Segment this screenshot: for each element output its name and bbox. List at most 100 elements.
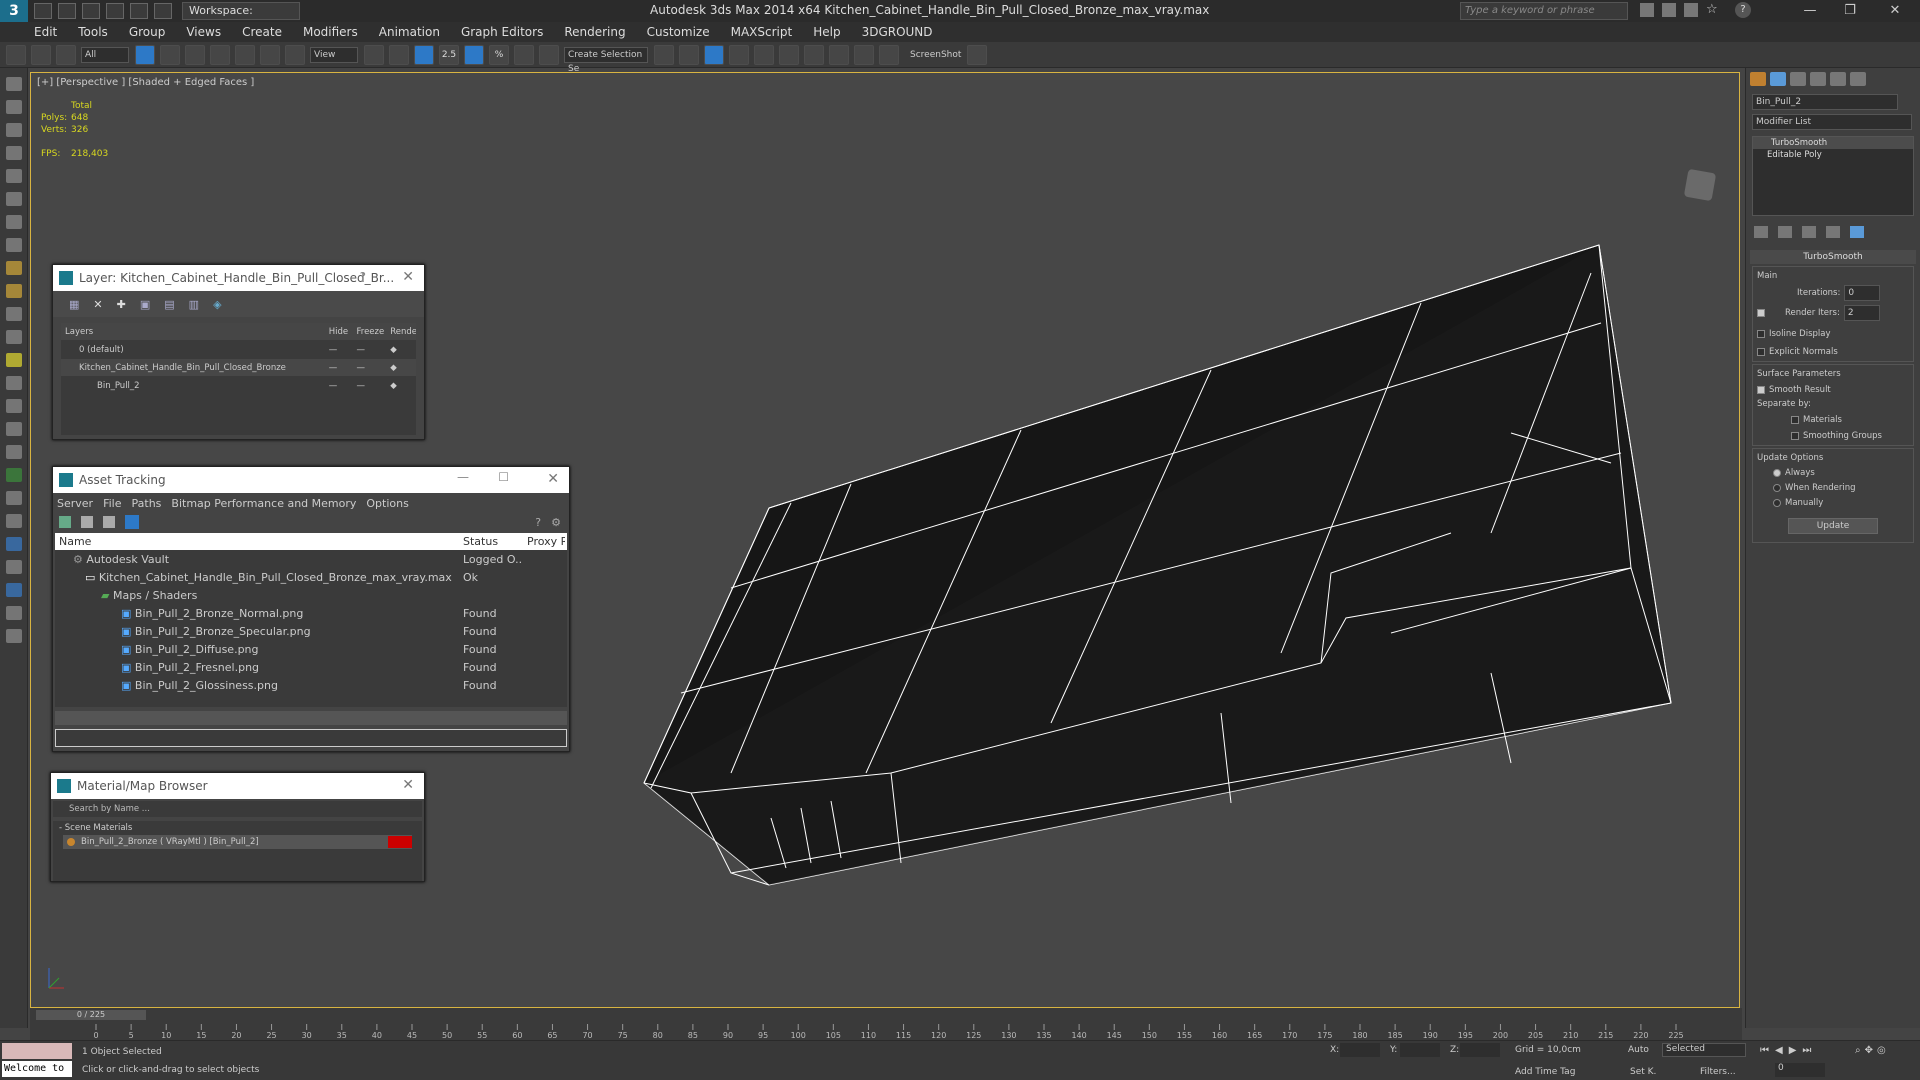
- table-view-icon[interactable]: [103, 516, 115, 528]
- layer-manager-icon[interactable]: [704, 44, 724, 65]
- smoothing-groups-checkbox[interactable]: [1791, 431, 1799, 440]
- menu-create[interactable]: Create: [242, 25, 282, 39]
- manipulate-icon[interactable]: [389, 44, 409, 65]
- favorites-star-icon[interactable]: ☆: [1706, 2, 1718, 17]
- menu-edit[interactable]: Edit: [34, 25, 57, 39]
- restore-icon[interactable]: ❐: [1835, 2, 1865, 20]
- key-filters-button[interactable]: Filters...: [1700, 1067, 1736, 1077]
- layer-hide[interactable]: —: [325, 381, 353, 391]
- y-coord-field[interactable]: [1400, 1043, 1440, 1057]
- workspace-dropdown[interactable]: Workspace: Default: [182, 2, 300, 33]
- selection-filter-dropdown[interactable]: All: [81, 46, 129, 63]
- strip-tool-icon[interactable]: [5, 537, 22, 551]
- strip-tool-icon[interactable]: [5, 123, 22, 137]
- show-end-result-icon[interactable]: [1778, 226, 1792, 238]
- freeze-col-header[interactable]: Freeze: [353, 327, 387, 337]
- strip-help-icon[interactable]: [5, 629, 22, 643]
- bind-space-warp-icon[interactable]: [56, 44, 76, 65]
- current-frame-field[interactable]: 0: [1775, 1063, 1825, 1077]
- schematic-view-icon[interactable]: [779, 44, 799, 65]
- settings-icon[interactable]: ⚙: [551, 516, 561, 529]
- material-panel-titlebar[interactable]: Material/Map Browser ✕: [51, 773, 424, 799]
- menu-animation[interactable]: Animation: [379, 25, 440, 39]
- asset-row[interactable]: ▣ Bin_Pull_2_Glossiness.png Found: [55, 677, 567, 695]
- strip-tool-icon[interactable]: [5, 146, 22, 160]
- always-radio[interactable]: [1773, 468, 1781, 477]
- materials-checkbox[interactable]: [1791, 415, 1799, 424]
- communication-icon[interactable]: [1684, 3, 1698, 17]
- strip-tool-icon[interactable]: [5, 468, 22, 482]
- asset-row[interactable]: ▣ Bin_Pull_2_Diffuse.png Found: [55, 641, 567, 659]
- menu-tools[interactable]: Tools: [78, 25, 108, 39]
- freeze-all-icon[interactable]: ◈: [213, 298, 221, 311]
- edit-named-selection-icon[interactable]: [539, 44, 559, 65]
- render-col-header[interactable]: Render: [386, 327, 416, 337]
- angle-snap-icon[interactable]: [464, 44, 484, 65]
- display-tab-icon[interactable]: [1830, 72, 1846, 86]
- layer-render-icon[interactable]: ◆: [386, 363, 416, 373]
- object-name-field[interactable]: Bin_Pull_2: [1752, 94, 1898, 110]
- render-iters-spinner[interactable]: 2: [1843, 305, 1880, 321]
- menu-rendering[interactable]: Rendering: [564, 25, 625, 39]
- highlight-layer-icon[interactable]: ▤: [164, 298, 174, 311]
- asset-path-field[interactable]: [55, 729, 567, 747]
- x-coord-field[interactable]: [1340, 1043, 1380, 1057]
- stack-item-turbosmooth[interactable]: TurboSmooth: [1753, 137, 1913, 149]
- strip-tool-icon[interactable]: [5, 169, 22, 183]
- minimize-icon[interactable]: —: [457, 470, 469, 484]
- rectangular-selection-icon[interactable]: [185, 44, 205, 65]
- snap-toggle-icon[interactable]: 2.5: [439, 44, 459, 65]
- minimize-icon[interactable]: —: [1795, 2, 1825, 20]
- select-object-icon[interactable]: [135, 44, 155, 65]
- layers-col-header[interactable]: Layers: [61, 327, 325, 337]
- close-icon[interactable]: ✕: [402, 269, 414, 285]
- timeline-ruler[interactable]: 0 5 10 15 20 25 30 35 40 45 50 55 60 65 70 75 80 85 90 95 10…: [36, 1008, 1736, 1038]
- asset-row[interactable]: ▰ Maps / Shaders: [55, 587, 567, 605]
- asset-name-header[interactable]: Name: [55, 535, 459, 548]
- strip-tool-icon[interactable]: [5, 215, 22, 229]
- strip-tool-icon[interactable]: [5, 445, 22, 459]
- strip-tool-icon[interactable]: [5, 560, 22, 574]
- asset-horizontal-scrollbar[interactable]: [55, 711, 567, 725]
- app-logo-icon[interactable]: 3: [0, 0, 28, 22]
- layer-row[interactable]: Kitchen_Cabinet_Handle_Bin_Pull_Closed_B…: [61, 359, 416, 377]
- layer-render-icon[interactable]: ◆: [386, 381, 416, 391]
- make-unique-icon[interactable]: [1802, 226, 1816, 238]
- render-production-icon[interactable]: [879, 44, 899, 65]
- set-key-button[interactable]: Set K.: [1630, 1067, 1656, 1077]
- close-icon[interactable]: ✕: [547, 471, 559, 487]
- material-search-input[interactable]: Search by Name ...: [53, 801, 422, 817]
- render-setup-icon[interactable]: [829, 44, 849, 65]
- keyboard-shortcut-override-icon[interactable]: [414, 44, 434, 65]
- redo-icon[interactable]: [130, 3, 148, 19]
- create-layer-icon[interactable]: ▦: [69, 298, 79, 311]
- layer-hide[interactable]: —: [325, 345, 353, 355]
- asset-panel-titlebar[interactable]: Asset Tracking — ☐ ✕: [53, 467, 569, 493]
- strip-tool-icon[interactable]: [5, 583, 22, 597]
- layer-freeze[interactable]: —: [353, 345, 387, 355]
- asset-menu-paths[interactable]: Paths: [132, 497, 162, 510]
- strip-tool-icon[interactable]: [5, 422, 22, 436]
- layer-row[interactable]: 0 (default) — — ◆: [61, 341, 416, 359]
- strip-tool-icon[interactable]: [5, 307, 22, 321]
- select-rotate-icon[interactable]: [260, 44, 280, 65]
- strip-tool-icon[interactable]: [5, 77, 22, 91]
- curve-editor-icon[interactable]: [754, 44, 774, 65]
- add-to-layer-icon[interactable]: ✚: [117, 298, 126, 311]
- asset-row[interactable]: ▣ Bin_Pull_2_Fresnel.png Found: [55, 659, 567, 677]
- asset-menu-server[interactable]: Server: [57, 497, 93, 510]
- select-by-name-icon[interactable]: [160, 44, 180, 65]
- project-folder-icon[interactable]: [154, 3, 172, 19]
- menu-modifiers[interactable]: Modifiers: [303, 25, 358, 39]
- menu-maxscript[interactable]: MAXScript: [731, 25, 793, 39]
- key-filter-dropdown[interactable]: Selected: [1662, 1043, 1746, 1057]
- smooth-result-row[interactable]: Smooth Result: [1757, 385, 1909, 395]
- asset-row[interactable]: ⚙ Autodesk Vault Logged O...: [55, 551, 567, 569]
- turbosmooth-rollout[interactable]: TurboSmooth: [1750, 250, 1916, 264]
- screenshot-label[interactable]: ScreenShot: [910, 50, 961, 60]
- layer-hide[interactable]: —: [325, 363, 353, 373]
- strip-tool-icon[interactable]: [5, 399, 22, 413]
- modify-tab-icon[interactable]: [1770, 72, 1786, 86]
- refresh-icon[interactable]: [59, 516, 71, 528]
- close-icon[interactable]: ✕: [1880, 2, 1910, 20]
